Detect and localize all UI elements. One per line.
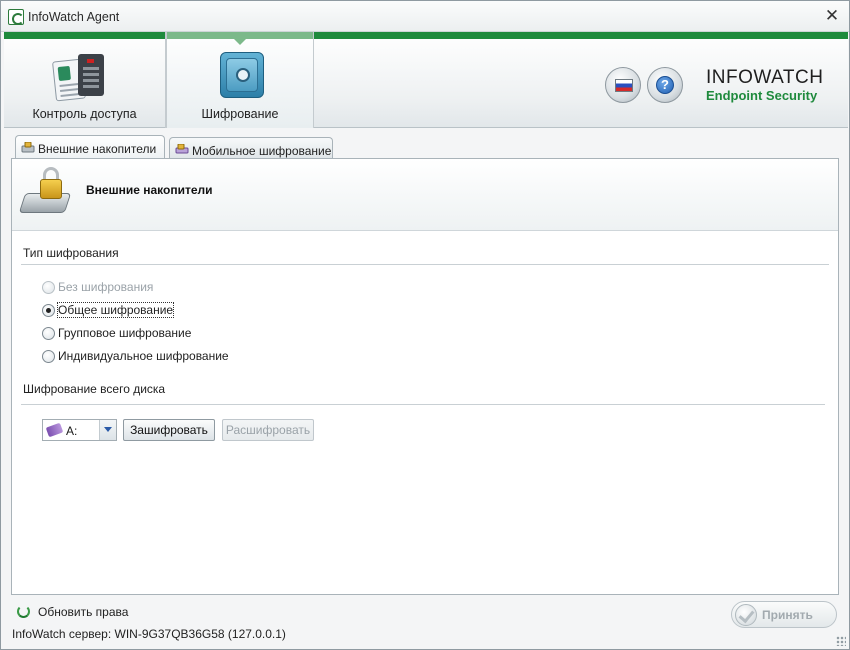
radio-button[interactable] — [42, 350, 55, 363]
tab-bar: Внешние накопители Мобильное шифрование — [11, 133, 841, 159]
nav-encryption[interactable]: Шифрование — [166, 32, 314, 128]
title-bar: InfoWatch Agent ✕ — [1, 1, 849, 32]
panel-title: Внешние накопители — [86, 183, 213, 197]
language-button[interactable] — [605, 67, 641, 103]
nav-active-pointer — [234, 39, 246, 45]
accept-button-label: Принять — [762, 608, 813, 622]
tab-external-drives[interactable]: Внешние накопители — [15, 135, 165, 159]
drive-select[interactable]: A: — [42, 419, 117, 441]
encrypt-button[interactable]: Зашифровать — [123, 419, 215, 441]
help-icon: ? — [656, 76, 674, 94]
header-bar: Контроль доступа Шифрование ? INFOWATCH … — [4, 32, 848, 128]
accept-button[interactable]: Принять — [731, 601, 837, 628]
server-status: InfoWatch сервер: WIN-9G37QB36G58 (127.0… — [12, 627, 286, 641]
decrypt-button[interactable]: Расшифровать — [222, 419, 314, 441]
radio-button[interactable] — [42, 327, 55, 340]
mobile-drive-icon — [175, 144, 189, 154]
section-divider — [21, 404, 825, 405]
checkmark-icon — [735, 604, 757, 626]
radio-label: Групповое шифрование — [58, 326, 192, 340]
radio-label: Общее шифрование — [56, 302, 175, 318]
refresh-icon — [17, 605, 30, 618]
help-button[interactable]: ? — [647, 67, 683, 103]
disk-encryption-heading: Шифрование всего диска — [23, 382, 166, 396]
dropdown-arrow-icon[interactable] — [99, 420, 116, 440]
encryption-type-heading: Тип шифрования — [23, 246, 119, 260]
content-panel: Внешние накопители Тип шифрования Без ши… — [11, 158, 839, 595]
window-title: InfoWatch Agent — [28, 10, 120, 24]
brand-logo: INFOWATCH Endpoint Security — [706, 67, 824, 104]
safe-icon — [220, 52, 264, 98]
section-divider — [21, 264, 829, 265]
resize-grip-icon[interactable] — [836, 636, 846, 646]
tab-mobile-encryption[interactable]: Мобильное шифрование — [169, 137, 333, 159]
nav-access-control[interactable]: Контроль доступа — [4, 32, 166, 128]
brand-product: Endpoint Security — [706, 88, 818, 103]
usb-drive-icon — [45, 422, 64, 438]
brand-name: INFOWATCH — [706, 67, 824, 88]
tab-mobile-encryption-label: Мобильное шифрование — [192, 144, 332, 158]
drive-select-value: A: — [66, 424, 78, 438]
radio-label: Без шифрования — [58, 280, 154, 294]
nav-active-indicator — [167, 32, 313, 39]
locked-drive-icon — [18, 167, 74, 219]
access-control-icon — [51, 52, 108, 102]
radio-label: Индивидуальное шифрование — [58, 349, 229, 363]
external-drive-icon — [21, 142, 35, 153]
panel-header: Внешние накопители — [12, 159, 838, 231]
refresh-rights-label: Обновить права — [38, 605, 129, 619]
close-icon[interactable]: ✕ — [823, 7, 841, 25]
app-window: InfoWatch Agent ✕ Контроль доступа Шифро… — [0, 0, 850, 650]
tab-external-drives-label: Внешние накопители — [38, 142, 157, 156]
nav-encryption-label: Шифрование — [201, 107, 279, 121]
nav-access-control-label: Контроль доступа — [32, 107, 137, 121]
radio-button[interactable] — [42, 281, 55, 294]
infowatch-app-icon — [8, 9, 24, 25]
radio-button-selected[interactable] — [42, 304, 55, 317]
russian-flag-icon — [615, 79, 633, 92]
